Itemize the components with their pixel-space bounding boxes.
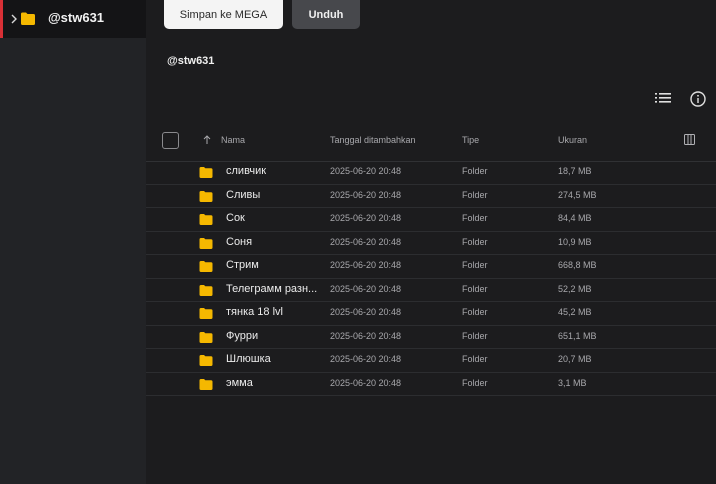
row-name: Стрим [226,259,259,271]
table-row[interactable]: Стрим 2025-06-20 20:48 Folder 668,8 MB [146,255,716,279]
list-view-icon[interactable] [655,92,671,106]
select-all-checkbox[interactable] [162,132,179,149]
folder-icon [199,167,213,178]
chevron-right-icon[interactable] [10,12,18,26]
row-type: Folder [462,330,488,341]
sort-ascending-icon[interactable] [203,135,211,145]
save-to-mega-button[interactable]: Simpan ke MEGA [164,0,283,29]
folder-icon [199,308,213,319]
row-name: Фурри [226,329,259,342]
row-name: Телеграмм разн... [226,282,318,295]
row-size: 52,2 MB [558,283,592,294]
row-type: Folder [462,354,488,364]
sidebar-item-stw631[interactable]: @stw631 [0,0,146,38]
row-type: Folder [462,213,488,223]
row-name: Соня [226,235,253,248]
page-title: @stw631 [167,55,215,67]
table-row[interactable]: Сливы 2025-06-20 20:48 Folder 274,5 MB [146,185,716,208]
row-type: Folder [462,260,488,270]
row-date: 2025-06-20 20:48 [330,236,402,247]
row-name: сливчик [226,165,267,177]
row-date: 2025-06-20 20:48 [330,330,402,341]
row-date: 2025-06-20 20:48 [330,189,402,200]
column-header-type[interactable]: Tipe [462,135,479,145]
table-row[interactable]: эмма 2025-06-20 20:48 Folder 3,1 MB [146,373,716,396]
table-row[interactable]: Фурри 2025-06-20 20:48 Folder 651,1 MB [146,326,716,349]
row-size: 18,7 MB [558,166,592,176]
sidebar-item-label: @stw631 [48,10,105,25]
download-button[interactable]: Unduh [292,0,360,29]
folder-icon [199,190,213,202]
row-name: Сливы [226,188,261,201]
row-date: 2025-06-20 20:48 [330,166,402,176]
row-size: 20,7 MB [558,354,592,364]
row-size: 3,1 MB [558,377,587,388]
info-icon[interactable] [690,91,706,107]
row-size: 84,4 MB [558,213,592,223]
row-type: Folder [462,166,488,176]
folder-icon [199,261,213,272]
row-name: тянка 18 lvl [226,306,283,318]
row-size: 45,2 MB [558,307,592,317]
folder-icon [199,378,213,390]
row-size: 668,8 MB [558,260,597,270]
row-date: 2025-06-20 20:48 [330,260,402,270]
folder-icon [199,214,213,225]
row-size: 651,1 MB [558,330,597,341]
row-type: Folder [462,307,488,317]
table-row[interactable]: Сок 2025-06-20 20:48 Folder 84,4 MB [146,208,716,232]
folder-icon [199,331,213,343]
row-size: 10,9 MB [558,236,592,247]
table-row[interactable]: Шлюшка 2025-06-20 20:48 Folder 20,7 MB [146,349,716,373]
row-date: 2025-06-20 20:48 [330,283,402,294]
row-date: 2025-06-20 20:48 [330,213,402,223]
columns-icon[interactable] [684,134,695,145]
row-type: Folder [462,377,488,388]
row-type: Folder [462,236,488,247]
table-row[interactable]: Телеграмм разн... 2025-06-20 20:48 Folder 5… [146,279,716,302]
folder-icon [199,284,213,296]
row-type: Folder [462,283,488,294]
table-row[interactable]: тянка 18 lvl 2025-06-20 20:48 Folder 45,2 M… [146,302,716,326]
column-header-date[interactable]: Tanggal ditambahkan [330,135,416,145]
sidebar: @stw631 [0,0,146,484]
column-header-name[interactable]: Nama [221,135,245,145]
row-type: Folder [462,189,488,200]
row-date: 2025-06-20 20:48 [330,377,402,388]
table-row[interactable]: сливчик 2025-06-20 20:48 Folder 18,7 MB [146,161,716,185]
folder-icon [199,355,213,366]
folder-icon [199,237,213,249]
row-name: Шлюшка [226,353,271,365]
row-date: 2025-06-20 20:48 [330,307,402,317]
column-header-size[interactable]: Ukuran [558,135,587,145]
row-name: эмма [226,376,253,389]
row-size: 274,5 MB [558,189,597,200]
row-date: 2025-06-20 20:48 [330,354,402,364]
folder-icon [21,12,35,25]
table-header: Nama Tanggal ditambahkan Tipe Ukuran [146,126,716,162]
table-row[interactable]: Соня 2025-06-20 20:48 Folder 10,9 MB [146,232,716,255]
row-name: Сок [226,212,245,224]
